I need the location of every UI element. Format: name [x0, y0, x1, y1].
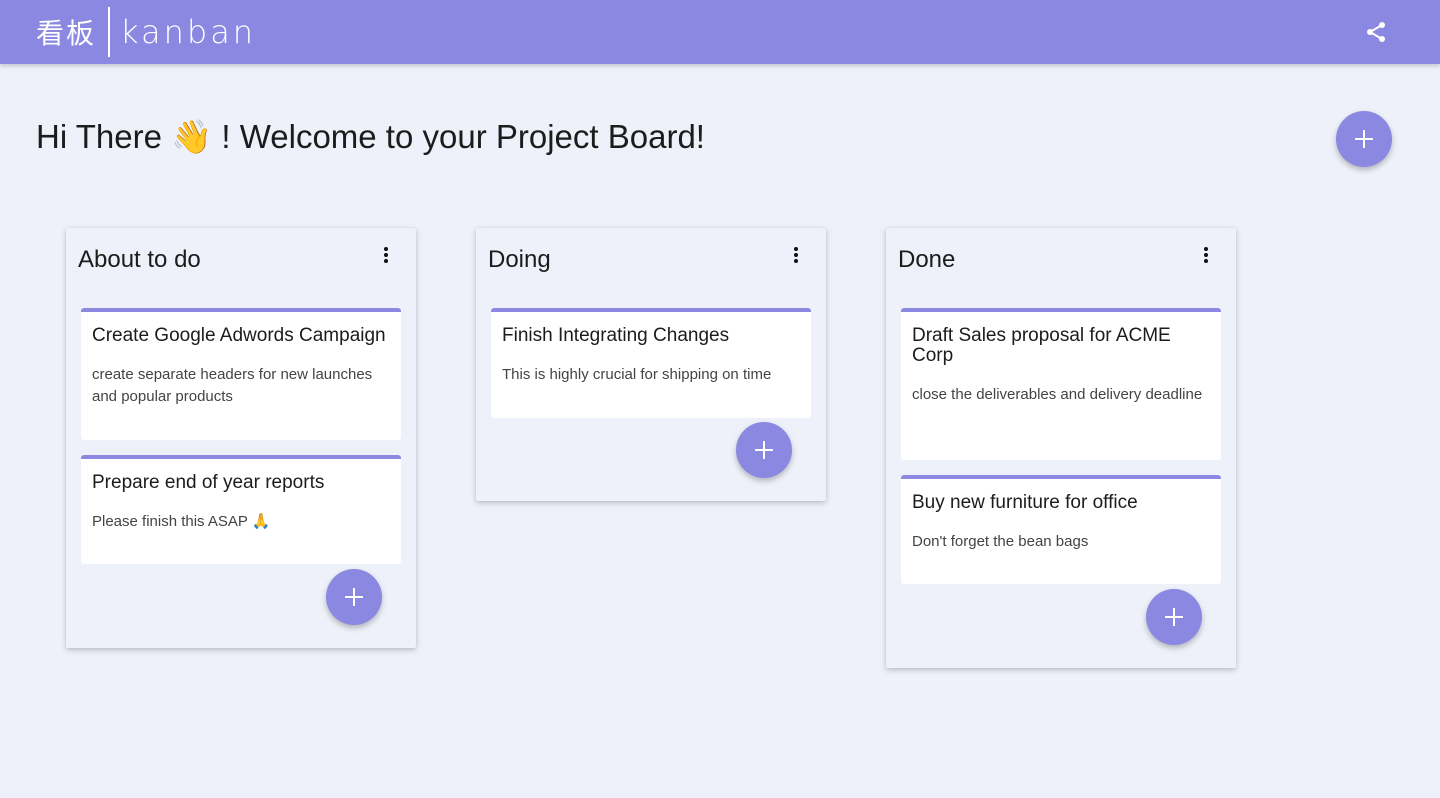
task-card[interactable]: Prepare end of year reports Please finis…	[81, 455, 401, 564]
card-title: Create Google Adwords Campaign	[92, 325, 386, 346]
card-title: Buy new furniture for office	[912, 492, 1138, 513]
column-title: Doing	[488, 246, 551, 273]
card-title: Draft Sales proposal for ACME Corp	[912, 325, 1171, 366]
task-card[interactable]: Create Google Adwords Campaign create se…	[81, 308, 401, 440]
card-description: close the deliverables and delivery dead…	[912, 386, 1203, 403]
plus-icon	[1355, 130, 1373, 148]
plus-icon	[1165, 608, 1183, 626]
board-column-done: Done Draft Sales proposal for ACME Corp …	[886, 228, 1236, 668]
task-card[interactable]: Buy new furniture for office Don't forge…	[901, 475, 1221, 584]
top-app-bar: 看板 kanban	[0, 0, 1440, 64]
column-menu-button[interactable]	[1198, 246, 1214, 266]
more-vertical-icon	[794, 247, 798, 263]
add-column-button[interactable]	[1336, 111, 1392, 167]
card-title: Finish Integrating Changes	[502, 325, 730, 346]
share-button[interactable]	[1364, 20, 1388, 44]
add-card-button[interactable]	[1146, 589, 1202, 645]
brand-english-text: kanban	[120, 13, 257, 51]
card-title: Prepare end of year reports	[92, 472, 325, 493]
card-description: Don't forget the bean bags	[912, 533, 1089, 550]
plus-icon	[755, 441, 773, 459]
task-card[interactable]: Draft Sales proposal for ACME Corp close…	[901, 308, 1221, 460]
brand-logo[interactable]: 看板 kanban	[36, 7, 256, 57]
board-column-doing: Doing Finish Integrating Changes This is…	[476, 228, 826, 501]
add-card-button[interactable]	[326, 569, 382, 625]
task-card[interactable]: Finish Integrating Changes This is highl…	[491, 308, 811, 418]
page-title: Hi There 👋 ! Welcome to your Project Boa…	[36, 118, 705, 155]
column-title: About to do	[78, 246, 201, 273]
card-description: Please finish this ASAP 🙏	[92, 513, 271, 530]
column-menu-button[interactable]	[788, 246, 804, 266]
column-menu-button[interactable]	[378, 246, 394, 266]
more-vertical-icon	[1204, 247, 1208, 263]
share-icon	[1367, 22, 1385, 42]
card-description: This is highly crucial for shipping on t…	[502, 366, 772, 383]
brand-divider	[108, 7, 111, 57]
board-column-about-to-do: About to do Create Google Adwords Campai…	[66, 228, 416, 648]
more-vertical-icon	[384, 247, 388, 263]
add-card-button[interactable]	[736, 422, 792, 478]
plus-icon	[345, 588, 363, 606]
card-description: create separate headers for new launches…	[92, 366, 373, 405]
brand-chinese-text: 看板	[36, 17, 97, 50]
column-title: Done	[898, 246, 956, 273]
